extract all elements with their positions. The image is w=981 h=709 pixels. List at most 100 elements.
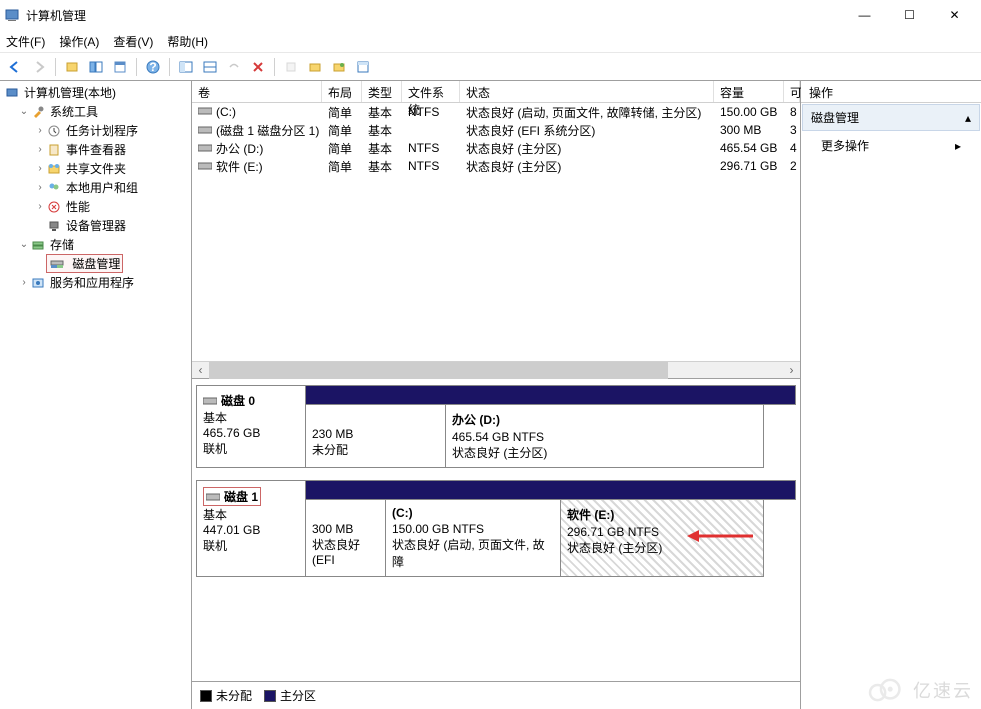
partition[interactable]: 软件 (E:)296.71 GB NTFS状态良好 (主分区) — [561, 500, 764, 577]
delete-button[interactable] — [247, 56, 269, 78]
expand-icon[interactable]: › — [34, 201, 46, 212]
volume-row[interactable]: (C:)简单基本NTFS状态良好 (启动, 页面文件, 故障转储, 主分区)15… — [192, 103, 800, 121]
forward-button[interactable] — [28, 56, 50, 78]
up-button[interactable] — [61, 56, 83, 78]
tree-label: 本地用户和组 — [66, 179, 138, 196]
toolbar-separator — [136, 58, 137, 76]
tree-performance[interactable]: › 性能 — [0, 197, 191, 216]
col-capacity[interactable]: 容量 — [714, 81, 784, 102]
volume-icon — [198, 124, 212, 134]
volume-row[interactable]: (磁盘 1 磁盘分区 1)简单基本状态良好 (EFI 系统分区)300 MB3 — [192, 121, 800, 139]
tree-device-manager[interactable]: 设备管理器 — [0, 216, 191, 235]
tree-label: 事件查看器 — [66, 141, 126, 158]
collapse-icon[interactable]: ⌄ — [18, 106, 30, 117]
disk-icon — [206, 492, 220, 502]
expand-icon[interactable]: › — [34, 163, 46, 174]
volume-icon — [198, 160, 212, 170]
col-volume[interactable]: 卷 — [192, 81, 322, 102]
show-hide-tree-button[interactable] — [85, 56, 107, 78]
tree-shared-folders[interactable]: › 共享文件夹 — [0, 159, 191, 178]
action-1-button[interactable] — [280, 56, 302, 78]
col-status[interactable]: 状态 — [460, 81, 714, 102]
legend-swatch-black — [200, 690, 212, 702]
tree-disk-management[interactable]: 磁盘管理 — [0, 254, 191, 273]
disk-mgmt-icon — [49, 256, 65, 272]
col-free[interactable]: 可 — [784, 81, 800, 102]
menu-view[interactable]: 查看(V) — [113, 33, 153, 50]
menu-action[interactable]: 操作(A) — [59, 33, 99, 50]
menu-bar: 文件(F) 操作(A) 查看(V) 帮助(H) — [0, 30, 981, 52]
expand-icon[interactable]: › — [18, 277, 30, 288]
tree-label: 性能 — [66, 198, 90, 215]
collapse-icon[interactable]: ⌄ — [18, 239, 30, 250]
partition[interactable]: 300 MB状态良好 (EFI — [306, 500, 386, 577]
red-arrow-icon — [685, 528, 755, 544]
collapse-icon: ▴ — [965, 111, 971, 125]
tree-storage[interactable]: ⌄ 存储 — [0, 235, 191, 254]
partition[interactable]: (C:)150.00 GB NTFS状态良好 (启动, 页面文件, 故障 — [386, 500, 561, 577]
volume-icon — [198, 142, 212, 152]
disk-info[interactable]: 磁盘 1基本447.01 GB联机 — [196, 480, 306, 577]
tree-task-scheduler[interactable]: › 任务计划程序 — [0, 121, 191, 140]
action-2-button[interactable] — [304, 56, 326, 78]
users-icon — [46, 180, 62, 196]
help-button[interactable]: ? — [142, 56, 164, 78]
tree-root[interactable]: 计算机管理(本地) — [0, 83, 191, 102]
volume-row[interactable]: 办公 (D:)简单基本NTFS状态良好 (主分区)465.54 GB4 — [192, 139, 800, 157]
volume-row[interactable]: 软件 (E:)简单基本NTFS状态良好 (主分区)296.71 GB2 — [192, 157, 800, 175]
col-type[interactable]: 类型 — [362, 81, 402, 102]
tree-label: 任务计划程序 — [66, 122, 138, 139]
expand-icon[interactable]: › — [34, 182, 46, 193]
scroll-right-icon[interactable]: › — [783, 362, 800, 379]
svg-text:?: ? — [149, 60, 156, 74]
scrollbar-thumb[interactable] — [209, 362, 668, 379]
close-button[interactable]: ✕ — [932, 0, 977, 30]
tree-label: 服务和应用程序 — [50, 274, 134, 291]
title-bar: 计算机管理 — ☐ ✕ — [0, 0, 981, 30]
col-layout[interactable]: 布局 — [322, 81, 362, 102]
legend-swatch-blue — [264, 690, 276, 702]
scroll-left-icon[interactable]: ‹ — [192, 362, 209, 379]
action-3-button[interactable] — [328, 56, 350, 78]
horizontal-scrollbar[interactable]: ‹ › — [192, 361, 800, 378]
center-panel: 卷 布局 类型 文件系统 状态 容量 可 (C:)简单基本NTFS状态良好 (启… — [192, 81, 801, 709]
menu-file[interactable]: 文件(F) — [6, 33, 45, 50]
actions-more[interactable]: 更多操作 ▸ — [801, 132, 981, 159]
menu-help[interactable]: 帮助(H) — [167, 33, 208, 50]
disk-partitions: 230 MB未分配办公 (D:)465.54 GB NTFS状态良好 (主分区) — [306, 385, 796, 468]
actions-category[interactable]: 磁盘管理 ▴ — [802, 104, 980, 131]
partition[interactable]: 办公 (D:)465.54 GB NTFS状态良好 (主分区) — [446, 405, 764, 468]
expand-icon[interactable]: › — [34, 125, 46, 136]
refresh-button[interactable] — [175, 56, 197, 78]
minimize-button[interactable]: — — [842, 0, 887, 30]
event-icon — [46, 142, 62, 158]
maximize-button[interactable]: ☐ — [887, 0, 932, 30]
disk-info[interactable]: 磁盘 0基本465.76 GB联机 — [196, 385, 306, 468]
expand-icon[interactable]: › — [34, 144, 46, 155]
list-view-button[interactable] — [199, 56, 221, 78]
undo-button[interactable] — [223, 56, 245, 78]
services-icon — [30, 275, 46, 291]
properties-button[interactable] — [109, 56, 131, 78]
partition[interactable]: 230 MB未分配 — [306, 405, 446, 468]
actions-header: 操作 — [801, 81, 981, 103]
tree-label: 计算机管理(本地) — [24, 84, 116, 101]
toolbar-separator — [274, 58, 275, 76]
toolbar: ? — [0, 52, 981, 80]
tree-event-viewer[interactable]: › 事件查看器 — [0, 140, 191, 159]
volume-icon — [198, 105, 212, 115]
disk-row: 磁盘 0基本465.76 GB联机 230 MB未分配办公 (D:)465.54… — [196, 385, 796, 468]
tree-label: 系统工具 — [50, 103, 98, 120]
volume-list-header: 卷 布局 类型 文件系统 状态 容量 可 — [192, 81, 800, 103]
navigation-tree[interactable]: 计算机管理(本地) ⌄ 系统工具 › 任务计划程序 › 事件查看器 › 共享文件… — [0, 81, 192, 709]
back-button[interactable] — [4, 56, 26, 78]
window-title: 计算机管理 — [26, 7, 842, 24]
tree-local-users[interactable]: › 本地用户和组 — [0, 178, 191, 197]
actions-panel: 操作 磁盘管理 ▴ 更多操作 ▸ — [801, 81, 981, 709]
action-4-button[interactable] — [352, 56, 374, 78]
watermark: 亿速云 — [865, 677, 973, 703]
tree-system-tools[interactable]: ⌄ 系统工具 — [0, 102, 191, 121]
col-fs[interactable]: 文件系统 — [402, 81, 460, 102]
tree-services[interactable]: › 服务和应用程序 — [0, 273, 191, 292]
disk-header-bar — [306, 480, 796, 500]
